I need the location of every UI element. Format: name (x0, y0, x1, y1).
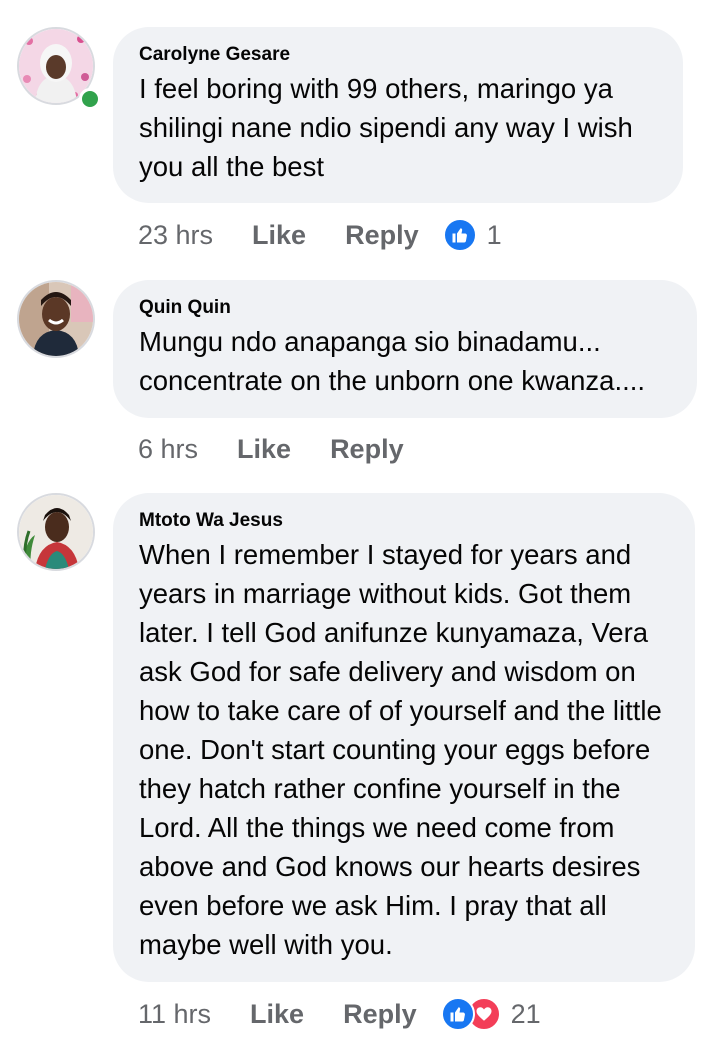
comment-actions: 6 hrs Like Reply (138, 429, 404, 469)
reaction-count: 21 (510, 998, 541, 1029)
like-button[interactable]: Like (237, 434, 291, 465)
author-name[interactable]: Mtoto Wa Jesus (139, 509, 669, 533)
comment-bubble: Mtoto Wa Jesus When I remember I stayed … (113, 493, 695, 982)
like-icon (442, 218, 477, 252)
comment-text: I feel boring with 99 others, maringo ya… (139, 73, 633, 182)
comment-text: Mungu ndo anapanga sio binadamu... conce… (139, 326, 646, 396)
author-name[interactable]: Quin Quin (139, 296, 671, 320)
timestamp[interactable]: 23 hrs (138, 220, 213, 251)
timestamp[interactable]: 6 hrs (138, 434, 198, 465)
avatar[interactable] (17, 280, 95, 358)
reply-button[interactable]: Reply (343, 999, 417, 1030)
like-button[interactable]: Like (252, 220, 306, 251)
comment-bubble: Carolyne Gesare I feel boring with 99 ot… (113, 27, 683, 203)
like-button[interactable]: Like (250, 999, 304, 1030)
comment-actions: 23 hrs Like Reply 1 (138, 215, 502, 255)
comment-text: When I remember I stayed for years and y… (139, 539, 662, 960)
reply-button[interactable]: Reply (345, 220, 419, 251)
comment-actions: 11 hrs Like Reply 21 (138, 994, 541, 1034)
online-status-indicator (79, 88, 101, 110)
timestamp[interactable]: 11 hrs (138, 999, 211, 1030)
reactions-summary[interactable]: 21 (440, 997, 541, 1031)
like-icon (440, 997, 475, 1031)
reactions-summary[interactable]: 1 (442, 218, 502, 252)
reaction-count: 1 (486, 219, 502, 250)
author-name[interactable]: Carolyne Gesare (139, 43, 657, 67)
comment-bubble: Quin Quin Mungu ndo anapanga sio binadam… (113, 280, 697, 418)
avatar[interactable] (17, 493, 95, 571)
reply-button[interactable]: Reply (330, 434, 404, 465)
